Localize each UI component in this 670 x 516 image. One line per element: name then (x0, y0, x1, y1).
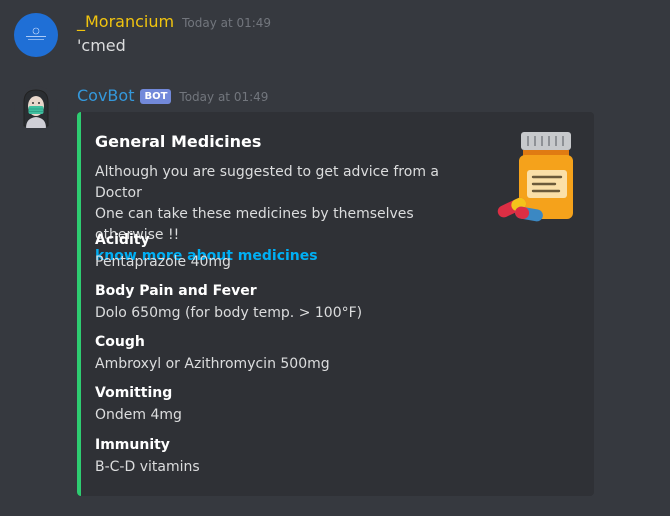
masked-person-icon[interactable] (14, 86, 58, 130)
user-avatar-icon[interactable] (14, 13, 58, 57)
field-body-pain: Body Pain and Fever Dolo 650mg (for body… (95, 281, 362, 323)
field-immunity: Immunity B-C-D vitamins (95, 435, 200, 477)
field-acidity: Acidity Pentaprazole 40mg (95, 230, 231, 272)
embed: General Medicines Although you are sugge… (77, 112, 594, 496)
field-cough: Cough Ambroxyl or Azithromycin 500mg (95, 332, 330, 374)
field-value: Pentaprazole 40mg (95, 254, 231, 270)
embed-title: General Medicines (95, 132, 262, 151)
description-line: Although you are suggested to get advice… (95, 164, 439, 201)
message-header: CovBot BOT Today at 01:49 (77, 86, 268, 107)
username[interactable]: CovBot (77, 86, 134, 105)
bot-tag: BOT (140, 89, 172, 104)
field-name: Body Pain and Fever (95, 283, 257, 299)
field-value: Ondem 4mg (95, 407, 182, 423)
pill-bottle-icon[interactable] (493, 128, 579, 224)
field-name: Cough (95, 334, 145, 350)
field-name: Immunity (95, 437, 170, 453)
timestamp[interactable]: Today at 01:49 (179, 90, 268, 104)
field-name: Acidity (95, 232, 150, 248)
timestamp[interactable]: Today at 01:49 (182, 16, 271, 30)
username[interactable]: _Morancium (77, 12, 174, 31)
field-value: Dolo 650mg (for body temp. > 100°F) (95, 305, 363, 321)
field-value: B-C-D vitamins (95, 459, 200, 475)
message-content: 'cmed (77, 36, 126, 55)
field-vomitting: Vomitting Ondem 4mg (95, 383, 182, 425)
field-name: Vomitting (95, 385, 173, 401)
field-value: Ambroxyl or Azithromycin 500mg (95, 356, 330, 372)
message-header: _Morancium Today at 01:49 (77, 12, 271, 33)
